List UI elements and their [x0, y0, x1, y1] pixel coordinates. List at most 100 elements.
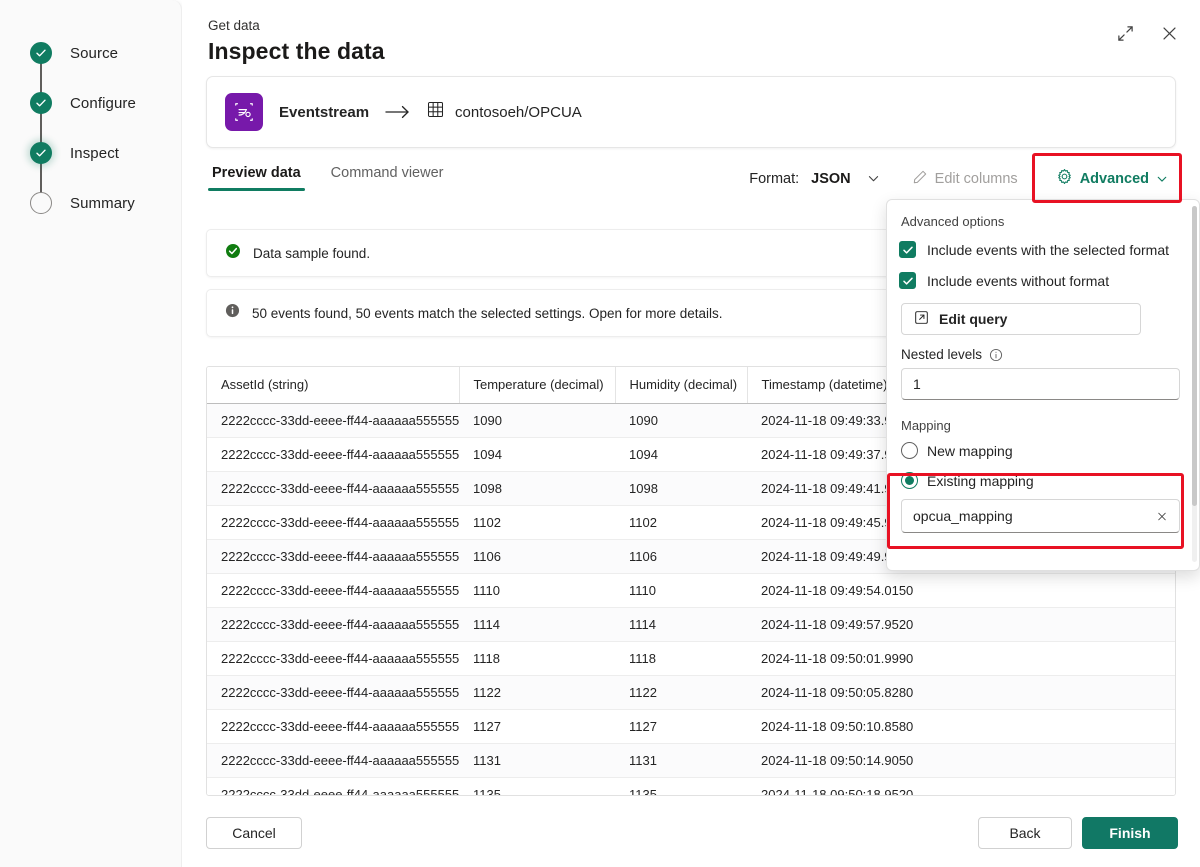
page-title: Inspect the data	[208, 38, 385, 64]
step-status-icon-current	[30, 142, 52, 164]
advanced-options-title: Advanced options	[901, 214, 1005, 229]
include-selected-format-row[interactable]: Include events with the selected format	[899, 241, 1185, 258]
dialog-footer: Cancel Back Finish	[182, 799, 1200, 867]
mapping-section-title: Mapping	[901, 418, 951, 433]
edit-query-label: Edit query	[939, 311, 1008, 327]
close-icon	[1161, 25, 1178, 45]
cancel-button[interactable]: Cancel	[206, 817, 302, 849]
cell-temperature: 1114	[459, 607, 615, 642]
table-row[interactable]: 2222cccc-33dd-eeee-ff44-aaaaaa555555 1118…	[207, 641, 1175, 676]
cell-timestamp: 2024-11-18 09:50:14.9050	[747, 743, 1175, 778]
table-row[interactable]: 2222cccc-33dd-eeee-ff44-aaaaaa555555 1131…	[207, 743, 1175, 778]
info-circle-icon[interactable]	[989, 348, 1003, 362]
table-row[interactable]: 2222cccc-33dd-eeee-ff44-aaaaaa555555 1127…	[207, 709, 1175, 744]
wizard-step-label: Source	[70, 44, 119, 62]
cell-assetid: 2222cccc-33dd-eeee-ff44-aaaaaa555555	[207, 471, 459, 506]
wizard-step-label: Configure	[70, 94, 136, 112]
column-header-humidity[interactable]: Humidity (decimal)	[615, 367, 748, 404]
tab-preview-data[interactable]: Preview data	[208, 162, 305, 191]
cell-timestamp: 2024-11-18 09:50:01.9990	[747, 641, 1175, 676]
step-status-icon-done	[30, 42, 52, 64]
data-sample-message-text: Data sample found.	[253, 245, 371, 261]
panel-scrollbar[interactable]	[1192, 206, 1197, 562]
nested-levels-input[interactable]	[901, 368, 1180, 400]
cell-humidity: 1094	[615, 437, 747, 472]
checkbox-checked-icon[interactable]	[899, 241, 916, 258]
expand-button[interactable]	[1110, 20, 1140, 50]
advanced-button[interactable]: Advanced	[1046, 162, 1178, 195]
cell-humidity: 1114	[615, 607, 747, 642]
format-value: JSON	[811, 170, 851, 187]
wizard-step-inspect[interactable]: Inspect	[30, 128, 136, 211]
format-label: Format:	[749, 170, 800, 187]
eventstream-icon	[225, 93, 263, 131]
advanced-options-panel: Advanced options Include events with the…	[886, 199, 1200, 571]
table-row[interactable]: 2222cccc-33dd-eeee-ff44-aaaaaa555555 1114…	[207, 607, 1175, 642]
wizard-step-source[interactable]: Source	[30, 28, 136, 111]
include-without-format-row[interactable]: Include events without format	[899, 272, 1185, 289]
get-data-dialog: Source Configure Inspect Summary Get dat…	[0, 0, 1200, 867]
wizard-step-configure[interactable]: Configure	[30, 78, 136, 161]
checkbox-checked-icon[interactable]	[899, 272, 916, 289]
tab-command-viewer[interactable]: Command viewer	[327, 162, 448, 191]
cell-humidity: 1098	[615, 471, 747, 506]
column-header-assetid[interactable]: AssetId (string)	[207, 367, 460, 404]
cell-humidity: 1135	[615, 777, 747, 795]
cell-timestamp: 2024-11-18 09:50:18.9520	[747, 777, 1175, 795]
clear-x-icon[interactable]	[1151, 505, 1173, 527]
cell-assetid: 2222cccc-33dd-eeee-ff44-aaaaaa555555	[207, 709, 459, 744]
info-icon	[225, 303, 240, 323]
cell-assetid: 2222cccc-33dd-eeee-ff44-aaaaaa555555	[207, 437, 459, 472]
step-status-icon-todo	[30, 192, 52, 214]
include-selected-format-label: Include events with the selected format	[927, 241, 1170, 258]
open-in-new-icon	[914, 310, 929, 328]
cell-humidity: 1090	[615, 403, 747, 438]
existing-mapping-field[interactable]	[901, 499, 1180, 533]
table-row[interactable]: 2222cccc-33dd-eeee-ff44-aaaaaa555555 1135…	[207, 777, 1175, 795]
wizard-step-summary[interactable]: Summary	[30, 178, 136, 228]
radio-selected-icon[interactable]	[901, 472, 918, 489]
cell-humidity: 1127	[615, 709, 747, 744]
close-button[interactable]	[1154, 20, 1184, 50]
advanced-label: Advanced	[1079, 170, 1149, 187]
radio-existing-mapping-label: Existing mapping	[927, 472, 1034, 489]
radio-new-mapping-row[interactable]: New mapping	[899, 442, 1185, 459]
cell-timestamp: 2024-11-18 09:50:10.8580	[747, 709, 1175, 744]
cell-temperature: 1106	[459, 539, 615, 574]
cell-timestamp: 2024-11-18 09:50:05.8280	[747, 675, 1175, 710]
pencil-icon	[912, 169, 928, 189]
wizard-step-label: Inspect	[70, 144, 120, 162]
cell-assetid: 2222cccc-33dd-eeee-ff44-aaaaaa555555	[207, 777, 459, 795]
cell-temperature: 1131	[459, 743, 615, 778]
gear-icon	[1056, 168, 1073, 189]
cell-humidity: 1110	[615, 573, 747, 608]
finish-button[interactable]: Finish	[1082, 817, 1178, 849]
cell-temperature: 1135	[459, 777, 615, 795]
chevron-down-icon	[1156, 173, 1168, 185]
radio-unselected-icon[interactable]	[901, 442, 918, 459]
nested-levels-label: Nested levels	[901, 347, 983, 362]
cell-temperature: 1122	[459, 675, 615, 710]
cell-assetid: 2222cccc-33dd-eeee-ff44-aaaaaa555555	[207, 505, 459, 540]
edit-query-button[interactable]: Edit query	[901, 303, 1141, 335]
cell-humidity: 1122	[615, 675, 747, 710]
column-header-temperature[interactable]: Temperature (decimal)	[459, 367, 616, 404]
destination-name: contosoeh/OPCUA	[455, 103, 582, 121]
panel-scrollbar-thumb[interactable]	[1192, 206, 1197, 506]
expand-icon	[1117, 25, 1134, 45]
table-row[interactable]: 2222cccc-33dd-eeee-ff44-aaaaaa555555 1122…	[207, 675, 1175, 710]
cell-assetid: 2222cccc-33dd-eeee-ff44-aaaaaa555555	[207, 607, 459, 642]
existing-mapping-input[interactable]	[902, 500, 1179, 532]
cell-temperature: 1110	[459, 573, 615, 608]
cell-assetid: 2222cccc-33dd-eeee-ff44-aaaaaa555555	[207, 403, 459, 438]
table-row[interactable]: 2222cccc-33dd-eeee-ff44-aaaaaa555555 1110…	[207, 573, 1175, 608]
radio-existing-mapping-row[interactable]: Existing mapping	[899, 472, 1185, 489]
cell-temperature: 1094	[459, 437, 615, 472]
cell-humidity: 1118	[615, 641, 747, 676]
table-icon	[427, 101, 444, 123]
events-found-message-text: 50 events found, 50 events match the sel…	[252, 305, 723, 321]
cell-assetid: 2222cccc-33dd-eeee-ff44-aaaaaa555555	[207, 573, 459, 608]
back-button[interactable]: Back	[978, 817, 1072, 849]
cell-humidity: 1102	[615, 505, 747, 540]
chevron-down-icon[interactable]	[867, 172, 880, 185]
